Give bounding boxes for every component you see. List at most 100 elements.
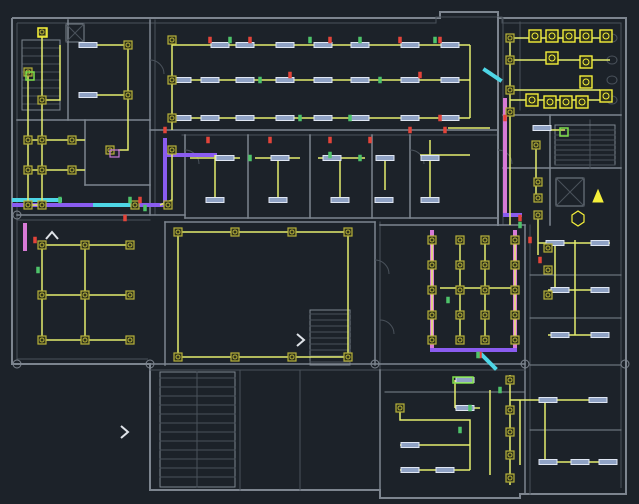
door-swing: [374, 259, 390, 275]
circuit-marker: [33, 236, 37, 244]
junction-box: [543, 243, 553, 253]
junction-box: [533, 210, 543, 220]
circuit-marker: [348, 114, 352, 122]
junction-box: [510, 285, 520, 295]
electrical-floor-plan-drawing: [11, 11, 630, 499]
junction-box: [163, 200, 173, 210]
light-fixture: [590, 332, 610, 338]
stair-direction-chevron: [296, 333, 306, 347]
circuit-marker: [128, 196, 132, 204]
light-fixture: [78, 42, 98, 48]
junction-box: [167, 75, 177, 85]
junction-box: [543, 265, 553, 275]
circuit-marker: [248, 154, 252, 162]
circuit-marker: [503, 114, 507, 122]
junction-box: [480, 285, 490, 295]
light-fixture: [420, 197, 440, 203]
circuit-marker: [368, 136, 372, 144]
junction-box: [455, 335, 465, 345]
light-fixture: [270, 155, 290, 161]
circuit-marker: [58, 196, 62, 204]
light-fixture: [268, 197, 288, 203]
ganged-device: [525, 93, 539, 107]
junction-box: [455, 260, 465, 270]
light-fixture: [435, 467, 455, 473]
circuit-marker: [378, 76, 382, 84]
circuit-marker: [518, 221, 522, 229]
light-fixture: [78, 92, 98, 98]
circuit-marker: [443, 126, 447, 134]
light-fixture: [400, 77, 420, 83]
circuit-wire: [399, 408, 471, 470]
light-fixture: [275, 42, 295, 48]
ganged-device: [579, 55, 593, 69]
circuit-marker: [458, 426, 462, 434]
circuit-marker: [418, 71, 422, 79]
exterior-wall: [11, 11, 627, 499]
junction-box: [80, 240, 90, 250]
junction-box: [427, 310, 437, 320]
junction-box: [395, 403, 405, 413]
junction-box: [480, 235, 490, 245]
junction-box: [80, 335, 90, 345]
light-fixture: [588, 397, 608, 403]
stair-direction-chevron: [120, 425, 130, 439]
light-fixture: [550, 332, 570, 338]
junction-box: [505, 375, 515, 385]
ganged-device: [579, 29, 593, 43]
light-fixture: [330, 197, 350, 203]
circuit-marker: [308, 36, 312, 44]
junction-box: [123, 40, 133, 50]
circuit-marker: [518, 214, 522, 222]
ganged-device: [543, 95, 557, 109]
circuit-marker: [288, 71, 292, 79]
devices-layer: [23, 27, 613, 483]
junction-box: [37, 27, 47, 37]
light-fixture: [350, 115, 370, 121]
duct-runs-layer: [12, 67, 522, 371]
circuit-marker: [143, 204, 147, 212]
ganged-device: [545, 29, 559, 43]
junction-box: [343, 227, 353, 237]
junction-box: [480, 260, 490, 270]
junction-box: [167, 145, 177, 155]
light-fixture: [538, 397, 558, 403]
junction-box: [533, 177, 543, 187]
junction-box: [510, 310, 520, 320]
light-fixture: [200, 77, 220, 83]
circuit-marker: [163, 126, 167, 134]
junction-box: [510, 335, 520, 345]
junction-box: [287, 227, 297, 237]
circuit-marker: [528, 236, 532, 244]
light-fixture: [440, 42, 460, 48]
junction-box: [480, 335, 490, 345]
light-fixture: [375, 155, 395, 161]
light-fixture: [532, 125, 552, 131]
junction-box: [67, 165, 77, 175]
junction-box: [543, 290, 553, 300]
junction-box: [505, 33, 515, 43]
junction-box: [480, 310, 490, 320]
junction-box: [37, 165, 47, 175]
ganged-device: [579, 75, 593, 89]
circuit-marker: [433, 36, 437, 44]
light-fixture: [400, 115, 420, 121]
junction-box: [125, 240, 135, 250]
junction-box: [125, 335, 135, 345]
light-fixture: [400, 467, 420, 473]
junction-box: [427, 260, 437, 270]
circuit-marker: [328, 136, 332, 144]
light-fixture: [455, 377, 475, 383]
junction-box: [37, 335, 47, 345]
circuit-marker: [268, 136, 272, 144]
light-fixture: [400, 442, 420, 448]
ganged-device: [528, 29, 542, 43]
light-fixture: [550, 287, 570, 293]
door-swing: [379, 319, 395, 335]
circuit-marker: [498, 386, 502, 394]
circuit-marker: [328, 151, 332, 159]
junction-box: [167, 113, 177, 123]
light-fixture: [205, 197, 225, 203]
light-fixture: [400, 42, 420, 48]
junction-box: [510, 260, 520, 270]
